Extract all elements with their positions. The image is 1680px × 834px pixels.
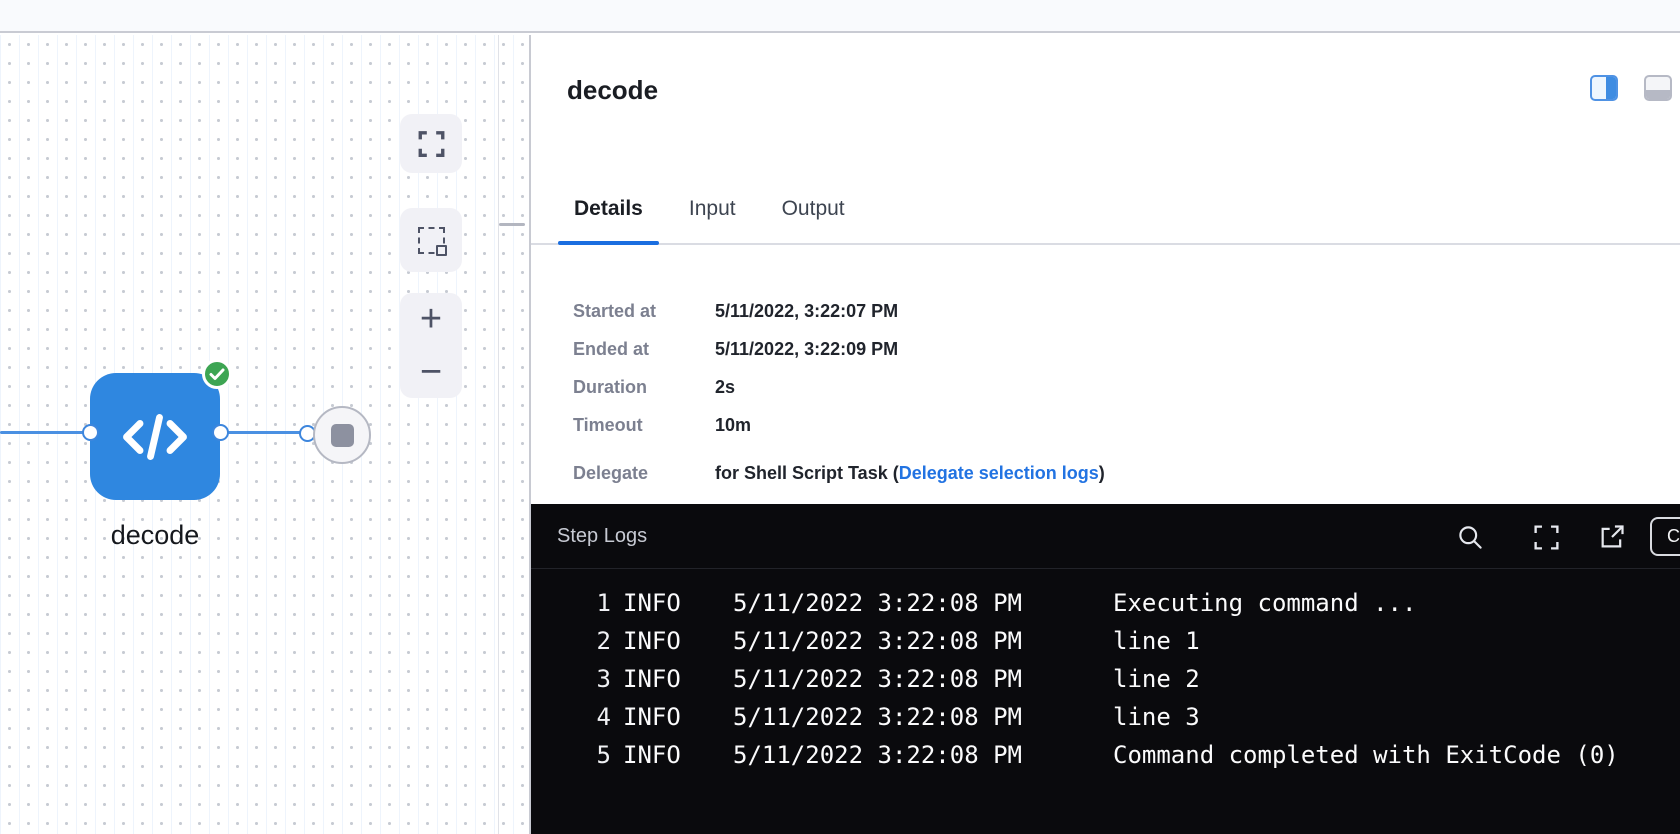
search-icon [1457, 524, 1484, 551]
log-timestamp: 5/11/2022 3:22:08 PM [733, 741, 1025, 769]
step-detail-panel: decode Details Input Output Started at 5… [531, 35, 1680, 834]
tab-input[interactable]: Input [673, 197, 752, 243]
step-node-decode[interactable] [90, 373, 220, 500]
detail-row-duration: Duration 2s [573, 377, 1680, 415]
edge-incoming [0, 431, 84, 434]
splitter-handle[interactable] [499, 223, 525, 226]
log-level: INFO [623, 741, 683, 769]
tab-bar: Details Input Output [531, 175, 1680, 245]
log-message: line 3 [1113, 703, 1200, 731]
detail-value-prefix: for Shell Script Task ( [715, 463, 899, 484]
detail-value: 5/11/2022, 3:22:09 PM [715, 339, 898, 360]
detail-label: Delegate [573, 463, 715, 484]
stop-icon [331, 424, 354, 447]
detail-label: Started at [573, 301, 715, 322]
step-logs-panel: Step Logs [531, 504, 1680, 834]
layout-toggles [1590, 75, 1672, 101]
log-message: line 1 [1113, 627, 1200, 655]
log-expand-button[interactable] [1531, 522, 1561, 552]
log-line-number: 4 [596, 703, 611, 731]
success-badge [202, 359, 232, 389]
zoom-out-button[interactable]: − [400, 346, 462, 399]
detail-label: Timeout [573, 415, 715, 436]
log-line: 4 INFO 5/11/2022 3:22:08 PM line 3 [531, 698, 1680, 736]
detail-value: 10m [715, 415, 751, 436]
pipeline-canvas[interactable]: decode + − [0, 35, 529, 834]
end-node[interactable] [313, 406, 371, 464]
console-view-button[interactable]: Co [1650, 517, 1680, 556]
detail-value-suffix: ) [1099, 463, 1105, 484]
details-section: Started at 5/11/2022, 3:22:07 PM Ended a… [573, 245, 1680, 501]
step-logs-title: Step Logs [557, 525, 647, 548]
log-line: 2 INFO 5/11/2022 3:22:08 PM line 1 [531, 622, 1680, 660]
detail-value: 2s [715, 377, 735, 398]
log-timestamp: 5/11/2022 3:22:08 PM [733, 703, 1025, 731]
log-timestamp: 5/11/2022 3:22:08 PM [733, 627, 1025, 655]
log-message: Executing command ... [1113, 589, 1416, 617]
panel-title: decode [567, 75, 658, 106]
log-line-number: 3 [596, 665, 611, 693]
log-message: Command completed with ExitCode (0) [1113, 741, 1619, 769]
delegate-selection-logs-link[interactable]: Delegate selection logs [899, 463, 1099, 484]
log-level: INFO [623, 665, 683, 693]
expand-icon [1532, 523, 1561, 552]
log-line: 1 INFO 5/11/2022 3:22:08 PM Executing co… [531, 584, 1680, 622]
log-timestamp: 5/11/2022 3:22:08 PM [733, 589, 1025, 617]
log-level: INFO [623, 589, 683, 617]
top-bar [0, 0, 1680, 33]
canvas-edge-line [498, 35, 499, 834]
check-icon [209, 368, 225, 381]
connector-dot-right [212, 424, 229, 441]
detail-value: 5/11/2022, 3:22:07 PM [715, 301, 898, 322]
detail-label: Ended at [573, 339, 715, 360]
detail-row-ended-at: Ended at 5/11/2022, 3:22:09 PM [573, 339, 1680, 377]
split-bottom-layout-button[interactable] [1644, 75, 1672, 101]
log-line-number: 2 [596, 627, 611, 655]
tab-details[interactable]: Details [558, 197, 659, 243]
external-link-icon [1598, 523, 1626, 551]
detail-label: Duration [573, 377, 715, 398]
detail-row-delegate: Delegate for Shell Script Task (Delegate… [573, 463, 1680, 501]
log-level: INFO [623, 703, 683, 731]
log-search-button[interactable] [1455, 522, 1485, 552]
tab-output[interactable]: Output [766, 197, 861, 243]
detail-row-timeout: Timeout 10m [573, 415, 1680, 453]
log-line: 5 INFO 5/11/2022 3:22:08 PM Command comp… [531, 736, 1680, 774]
zoom-controls: + − [400, 293, 462, 398]
split-right-layout-button[interactable] [1590, 75, 1618, 101]
step-logs-header: Step Logs [531, 504, 1680, 569]
marquee-select-button[interactable] [400, 208, 462, 272]
code-icon [119, 406, 191, 468]
connector-dot-left [82, 424, 99, 441]
detail-row-started-at: Started at 5/11/2022, 3:22:07 PM [573, 301, 1680, 339]
log-line: 3 INFO 5/11/2022 3:22:08 PM line 2 [531, 660, 1680, 698]
open-in-new-tab-button[interactable] [1597, 522, 1627, 552]
fullscreen-icon [416, 129, 447, 159]
log-line-number: 1 [596, 589, 611, 617]
log-message: line 2 [1113, 665, 1200, 693]
execution-view: decode + − decode [0, 0, 1680, 834]
log-body: 1 INFO 5/11/2022 3:22:08 PM Executing co… [531, 569, 1680, 774]
log-timestamp: 5/11/2022 3:22:08 PM [733, 665, 1025, 693]
log-level: INFO [623, 627, 683, 655]
fit-view-button[interactable] [400, 114, 462, 173]
log-line-number: 5 [596, 741, 611, 769]
marquee-select-icon [418, 227, 445, 254]
node-label: decode [65, 520, 245, 551]
zoom-in-button[interactable]: + [400, 293, 462, 346]
